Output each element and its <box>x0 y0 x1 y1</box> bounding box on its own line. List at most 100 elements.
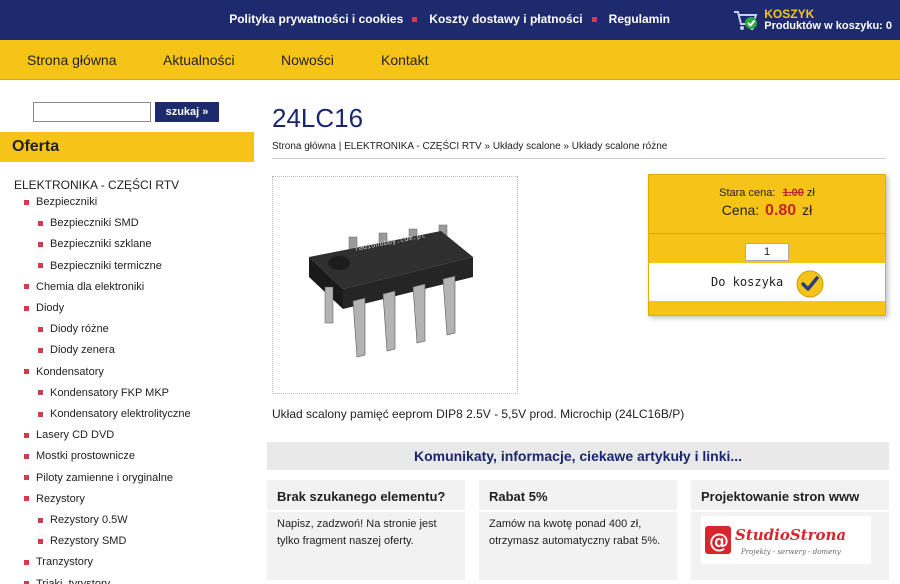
cart-widget[interactable]: KOSZYK Produktów w koszyku: 0 <box>732 4 892 36</box>
category-label: Tranzystory <box>36 556 94 569</box>
search-button[interactable]: szukaj » <box>155 102 219 122</box>
quantity-input[interactable]: 1 <box>745 243 789 261</box>
category-label: Rezystory <box>36 492 85 505</box>
main-nav: Strona główna Aktualności Nowości Kontak… <box>0 40 900 80</box>
subcategory-item[interactable]: Kondensatory FKP MKP <box>38 387 169 399</box>
terms-link-label: Regulamin <box>608 12 670 26</box>
price-panel: Stara cena: 1.00 zł Cena: 0.80 zł 1 Do k… <box>648 174 886 316</box>
category-label: Rezystory SMD <box>50 535 127 548</box>
category-item[interactable]: Piloty zamienne i oryginalne <box>24 472 173 484</box>
product-image[interactable]: radiohobby.com.pl <box>272 176 518 394</box>
bullet-icon <box>24 496 29 502</box>
offer-heading: Oferta <box>0 132 254 162</box>
category-label: Diody <box>36 302 65 314</box>
category-label: Triaki, tyrystory <box>36 577 111 584</box>
bullet-icon <box>24 432 29 438</box>
subcategory-item[interactable]: Rezystory SMD <box>38 535 126 547</box>
category-label: Chemia dla elektroniki <box>36 280 145 293</box>
nav-new-products[interactable]: Nowości <box>281 52 334 68</box>
breadcrumb[interactable]: Strona główna | ELEKTRONIKA - CZĘŚCI RTV… <box>272 141 886 152</box>
subcategory-item[interactable]: Bezpieczniki szklane <box>38 238 152 250</box>
category-item[interactable]: Diody <box>24 302 64 314</box>
old-price-currency: zł <box>806 187 815 199</box>
category-label: Bezpieczniki szklane <box>50 238 152 251</box>
add-to-cart-button[interactable]: Do koszyka <box>649 263 885 301</box>
cart-title: KOSZYK <box>764 7 815 21</box>
card-text-line: Napisz, zadzwoń! Na stronie jest <box>277 518 437 530</box>
info-card-discount: Rabat 5% Zamów na kwotę ponad 400 zł, ot… <box>479 480 677 580</box>
bullet-icon <box>24 559 29 565</box>
bullet-icon <box>412 16 418 22</box>
checkmark-icon <box>795 269 825 299</box>
bullet-icon <box>38 411 43 417</box>
old-price-value: 1.00 <box>782 187 804 199</box>
card-heading: Brak szukanego elementu? <box>277 489 446 504</box>
bullet-icon <box>591 16 597 22</box>
search-input[interactable] <box>33 102 151 122</box>
card-text-line: Zamów na kwotę ponad 400 zł, <box>489 518 642 530</box>
nav-news[interactable]: Aktualności <box>163 52 235 68</box>
category-item[interactable]: Kondensatory <box>24 366 104 378</box>
cart-count: Produktów w koszyku: 0 <box>764 20 892 32</box>
shipping-link[interactable]: Koszty dostawy i płatności <box>429 12 608 26</box>
category-label: Bezpieczniki SMD <box>50 217 139 230</box>
bullet-icon <box>38 390 43 396</box>
cart-icon <box>732 7 758 33</box>
bullet-icon <box>38 347 43 353</box>
subcategory-item[interactable]: Rezystory 0.5W <box>38 514 128 526</box>
category-label: Diody zenera <box>50 344 115 357</box>
category-item[interactable]: Tranzystory <box>24 556 93 568</box>
product-description: Układ scalony pamięć eeprom DIP8 2.5V - … <box>272 407 685 421</box>
bullet-icon <box>38 538 43 544</box>
subcategory-item[interactable]: Kondensatory elektrolityczne <box>38 408 191 420</box>
category-label: Diody różne <box>50 323 109 336</box>
subcategory-item[interactable]: Diody różne <box>38 323 109 335</box>
category-label: Piloty zamienne i oryginalne <box>36 471 173 484</box>
category-label: Bezpieczniki termiczne <box>50 259 162 272</box>
bullet-icon <box>38 326 43 332</box>
info-card-missing-item: Brak szukanego elementu? Napisz, zadzwoń… <box>267 480 465 580</box>
card-heading: Projektowanie stron www <box>701 489 860 504</box>
top-links: Polityka prywatności i cookies Koszty do… <box>229 12 670 26</box>
category-label: Mostki prostownicze <box>36 450 136 463</box>
info-banner: Komunikaty, informacje, ciekawe artykuły… <box>267 442 889 470</box>
card-text-line: otrzymasz automatyczny rabat 5%. <box>489 535 661 547</box>
price-label: Cena: <box>721 202 760 218</box>
privacy-link[interactable]: Polityka prywatności i cookies <box>229 12 429 26</box>
category-item[interactable]: Lasery CD DVD <box>24 429 114 441</box>
bullet-icon <box>24 369 29 375</box>
category-label: Bezpieczniki <box>36 196 98 208</box>
bullet-icon <box>38 241 43 247</box>
top-bar: Polityka prywatności i cookies Koszty do… <box>0 0 900 40</box>
bullet-icon <box>24 453 29 459</box>
privacy-link-label: Polityka prywatności i cookies <box>229 12 404 26</box>
subcategory-item[interactable]: Bezpieczniki SMD <box>38 217 139 229</box>
studiostrona-logo[interactable]: @ StudioStrona Projekty - serwery - dome… <box>701 516 871 564</box>
category-item[interactable]: Rezystory <box>24 493 85 505</box>
category-item[interactable]: Bezpieczniki <box>24 196 97 208</box>
bullet-icon <box>38 517 43 523</box>
price-value: 0.80 <box>765 202 797 219</box>
card-text-line: tylko fragment naszej oferty. <box>277 535 414 547</box>
price-currency: zł <box>802 202 813 218</box>
category-root[interactable]: ELEKTRONIKA - CZĘŚCI RTV <box>14 178 179 192</box>
bullet-icon <box>38 263 43 269</box>
subcategory-item[interactable]: Diody zenera <box>38 344 115 356</box>
terms-link[interactable]: Regulamin <box>609 12 670 26</box>
bullet-icon <box>24 284 29 290</box>
category-label: Kondensatory elektrolityczne <box>50 408 191 420</box>
nav-contact[interactable]: Kontakt <box>381 52 428 68</box>
shipping-link-label: Koszty dostawy i płatności <box>429 12 583 26</box>
category-label: Lasery CD DVD <box>36 429 115 442</box>
bullet-icon <box>24 199 29 205</box>
breadcrumb-divider <box>272 158 886 159</box>
bullet-icon <box>38 220 43 226</box>
bullet-icon <box>24 475 29 481</box>
category-item[interactable]: Chemia dla elektroniki <box>24 281 144 293</box>
nav-home[interactable]: Strona główna <box>27 52 117 68</box>
category-item[interactable]: Mostki prostownicze <box>24 450 135 462</box>
subcategory-item[interactable]: Bezpieczniki termiczne <box>38 260 162 272</box>
category-item[interactable]: Triaki, tyrystory <box>24 578 110 584</box>
category-label: Kondensatory FKP MKP <box>50 386 170 399</box>
svg-text:@: @ <box>709 529 729 553</box>
